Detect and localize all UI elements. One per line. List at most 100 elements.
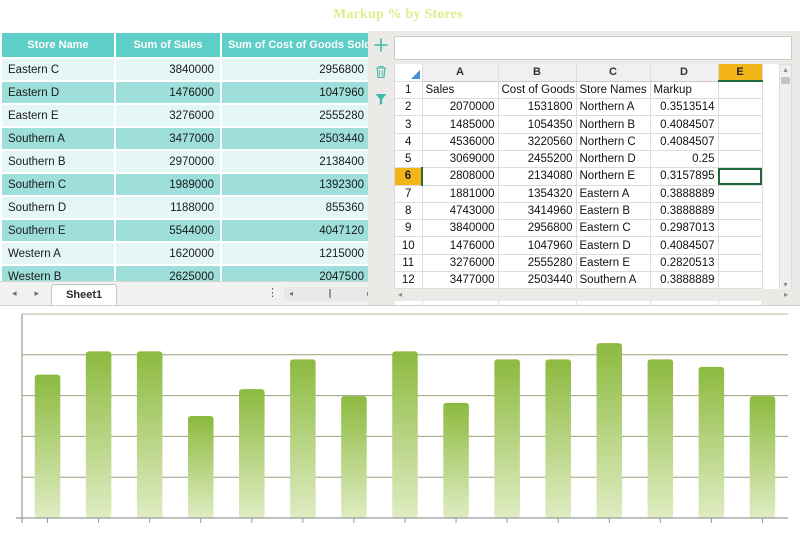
grid-cell-E10[interactable]: [718, 237, 762, 254]
grid-cell-E3[interactable]: [718, 116, 762, 133]
grid-cell-D5[interactable]: 0.25: [650, 150, 718, 167]
pivot-col-store-name[interactable]: Store Name: [2, 33, 114, 57]
grid-cell-D10[interactable]: 0.4084507: [650, 237, 718, 254]
grid-cell-E5[interactable]: [718, 150, 762, 167]
formula-bar[interactable]: [394, 36, 792, 60]
grid-cell-A4[interactable]: 4536000: [422, 133, 498, 150]
grid-cell-E7[interactable]: [718, 185, 762, 202]
grid-cell-C10[interactable]: Eastern D: [576, 237, 650, 254]
grid-cell-C5[interactable]: Northern D: [576, 150, 650, 167]
sheet-next-icon[interactable]: ▸: [35, 289, 40, 298]
grid-cell-C11[interactable]: Eastern E: [576, 254, 650, 271]
grid-cell-D11[interactable]: 0.2820513: [650, 254, 718, 271]
pivot-col-sum-sales[interactable]: Sum of Sales: [116, 33, 220, 57]
grid-cell-B11[interactable]: 2555280: [498, 254, 576, 271]
pivot-horizontal-scrollbar[interactable]: ◂ ▸: [284, 287, 376, 301]
grid-cell-E6[interactable]: [718, 168, 762, 185]
grid-col-header-c[interactable]: C: [576, 64, 650, 81]
grid-cell-A2[interactable]: 2070000: [422, 99, 498, 116]
grid-cell-B1[interactable]: Cost of Goods: [498, 81, 576, 98]
grid-cell-D8[interactable]: 0.3888889: [650, 202, 718, 219]
grid-cell-D4[interactable]: 0.4084507: [650, 133, 718, 150]
grid-scroll-up-icon[interactable]: ▴: [783, 65, 787, 76]
grid-vertical-scrollbar[interactable]: ▴ ▾: [779, 64, 792, 292]
grid-cell-E11[interactable]: [718, 254, 762, 271]
grid-row-header[interactable]: 4: [395, 133, 422, 150]
grid-cell-B2[interactable]: 1531800: [498, 99, 576, 116]
grid-cell-C3[interactable]: Northern B: [576, 116, 650, 133]
grid-cell-A8[interactable]: 4743000: [422, 202, 498, 219]
grid-cell-D12[interactable]: 0.3888889: [650, 272, 718, 289]
side-toolbar: [368, 31, 394, 305]
sheet-tab-sheet1[interactable]: Sheet1: [51, 284, 117, 306]
grid-cell-A6[interactable]: 2808000: [422, 168, 498, 185]
grid-cell-A5[interactable]: 3069000: [422, 150, 498, 167]
grid-cell-E9[interactable]: [718, 220, 762, 237]
grid-scroll-left-icon[interactable]: ◂: [398, 291, 402, 299]
grid-horizontal-scrollbar[interactable]: ◂ ▸: [394, 289, 792, 301]
chart-bar: [597, 343, 623, 518]
grid-row-header[interactable]: 12: [395, 272, 422, 289]
add-icon[interactable]: [373, 37, 389, 53]
grid-cell-E12[interactable]: [718, 272, 762, 289]
delete-icon[interactable]: [373, 64, 389, 80]
grid-cell-B6[interactable]: 2134080: [498, 168, 576, 185]
pivot-scroll-left-icon[interactable]: ◂: [289, 290, 293, 298]
grid-cell-E4[interactable]: [718, 133, 762, 150]
grid-row-header[interactable]: 8: [395, 202, 422, 219]
grid-cell-C8[interactable]: Eastern B: [576, 202, 650, 219]
grid-row-header[interactable]: 10: [395, 237, 422, 254]
sheet-prev-icon[interactable]: ◂: [12, 289, 17, 298]
pivot-scroll-thumb[interactable]: [329, 289, 331, 298]
grid-cell-D2[interactable]: 0.3513514: [650, 99, 718, 116]
grid-cell-A7[interactable]: 1881000: [422, 185, 498, 202]
grid-cell-B3[interactable]: 1054350: [498, 116, 576, 133]
grid-cell-C4[interactable]: Northern C: [576, 133, 650, 150]
grid-row-header[interactable]: 5: [395, 150, 422, 167]
grid-col-header-b[interactable]: B: [498, 64, 576, 81]
grid-cell-C7[interactable]: Eastern A: [576, 185, 650, 202]
grid-cell-B5[interactable]: 2455200: [498, 150, 576, 167]
grid-row-header[interactable]: 7: [395, 185, 422, 202]
grid-col-header-a[interactable]: A: [422, 64, 498, 81]
grid-cell-E8[interactable]: [718, 202, 762, 219]
grid-cell-C9[interactable]: Eastern C: [576, 220, 650, 237]
grid-cell-B10[interactable]: 1047960: [498, 237, 576, 254]
grid-scroll-right-icon[interactable]: ▸: [784, 291, 788, 299]
grid-cell-B12[interactable]: 2503440: [498, 272, 576, 289]
grid-cell-B7[interactable]: 1354320: [498, 185, 576, 202]
grid-cell-A10[interactable]: 1476000: [422, 237, 498, 254]
grid-select-all-corner[interactable]: [395, 64, 422, 81]
filter-icon[interactable]: [373, 91, 389, 107]
grid-cell-A11[interactable]: 3276000: [422, 254, 498, 271]
grid-cell-D9[interactable]: 0.2987013: [650, 220, 718, 237]
grid-col-header-e[interactable]: E: [718, 64, 762, 81]
grid-cell-D7[interactable]: 0.3888889: [650, 185, 718, 202]
grid-cell-C12[interactable]: Southern A: [576, 272, 650, 289]
grid-cell-C6[interactable]: Northern E: [576, 168, 650, 185]
grid-cell-A9[interactable]: 3840000: [422, 220, 498, 237]
sheet-menu-icon[interactable]: ⋮: [261, 288, 284, 299]
grid-row-header[interactable]: 9: [395, 220, 422, 237]
grid-cell-A1[interactable]: Sales: [422, 81, 498, 98]
grid-row-header[interactable]: 2: [395, 99, 422, 116]
grid-cell-B8[interactable]: 3414960: [498, 202, 576, 219]
grid-cell-E1[interactable]: [718, 81, 762, 98]
grid-row-header[interactable]: 11: [395, 254, 422, 271]
grid-vscroll-thumb[interactable]: [781, 77, 790, 84]
grid-row-header[interactable]: 3: [395, 116, 422, 133]
grid-cell-B9[interactable]: 2956800: [498, 220, 576, 237]
grid-cell-C1[interactable]: Store Names: [576, 81, 650, 98]
pivot-col-sum-cogs[interactable]: Sum of Cost of Goods Sold: [222, 33, 370, 57]
grid-cell-A12[interactable]: 3477000: [422, 272, 498, 289]
grid-cell-D3[interactable]: 0.4084507: [650, 116, 718, 133]
grid-cell-B4[interactable]: 3220560: [498, 133, 576, 150]
grid-cell-C2[interactable]: Northern A: [576, 99, 650, 116]
grid-row-header[interactable]: 1: [395, 81, 422, 98]
grid-row-header[interactable]: 6: [395, 168, 422, 185]
grid-col-header-d[interactable]: D: [650, 64, 718, 81]
grid-cell-D1[interactable]: Markup: [650, 81, 718, 98]
grid-cell-A3[interactable]: 1485000: [422, 116, 498, 133]
grid-cell-D6[interactable]: 0.3157895: [650, 168, 718, 185]
grid-cell-E2[interactable]: [718, 99, 762, 116]
